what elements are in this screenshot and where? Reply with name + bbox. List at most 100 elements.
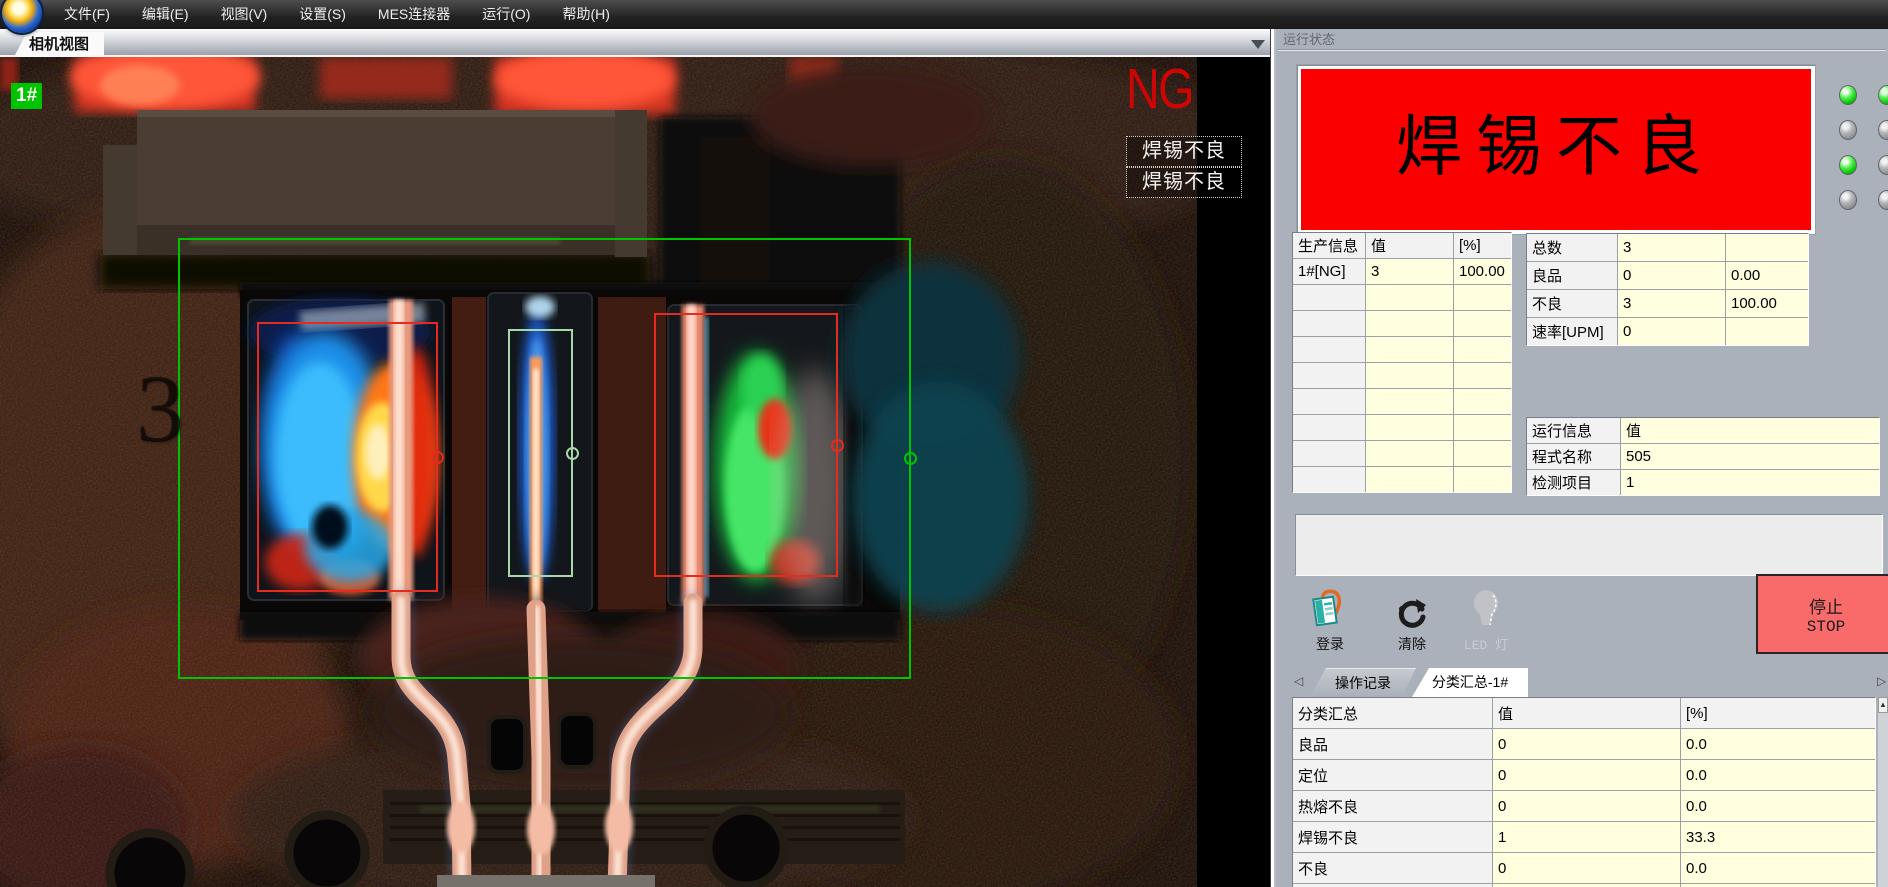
tab-category-summary[interactable]: 分类汇总-1# <box>1412 668 1528 697</box>
led-indicator <box>1839 120 1857 140</box>
tab-camera-view[interactable]: 相机视图 <box>14 32 104 57</box>
chevron-down-icon[interactable] <box>1251 40 1265 49</box>
table-cell: 3 <box>1366 259 1453 284</box>
table-cell: 0.00 <box>1726 262 1808 289</box>
menu-bar: 文件(F) 编辑(E) 视图(V) 设置(S) MES连接器 运行(O) 帮助(… <box>0 0 1888 29</box>
table-cell: 热熔不良 <box>1293 791 1492 821</box>
table-cell: 程式名称 <box>1527 444 1620 469</box>
table-cell: 100.00 <box>1726 290 1808 317</box>
camera-view[interactable]: 1# NG 焊锡不良 焊锡不良 3 <box>0 57 1272 887</box>
led-light-button[interactable]: LED 灯 <box>1454 589 1518 653</box>
menu-file[interactable]: 文件(F) <box>48 0 126 29</box>
roi-region-handle <box>904 452 917 465</box>
tab-scroll-left-icon[interactable]: ◁ <box>1294 674 1303 688</box>
bottom-tab-strip: ◁ 操作记录 分类汇总-1# ▷ <box>1276 662 1888 697</box>
run-info-table: 运行信息 值 程式名称 505 检测项目 1 <box>1526 417 1880 496</box>
status-banner-frame: 焊锡不良 <box>1296 64 1816 235</box>
login-label: 登录 <box>1298 634 1362 654</box>
table-cell: 505 <box>1621 444 1879 469</box>
tab-operation-log[interactable]: 操作记录 <box>1310 668 1416 697</box>
table-cell: 1 <box>1621 470 1879 495</box>
totals-table: 总数 3 良品 0 0.00 不良 3 100.00 速率[UPM] 0 <box>1526 233 1809 346</box>
login-badge-icon <box>1298 589 1362 631</box>
tab-scroll-right-icon[interactable]: ▷ <box>1877 674 1886 688</box>
table-cell: 定位 <box>1293 760 1492 790</box>
table-cell: 0.0 <box>1681 853 1875 883</box>
table-cell: 0 <box>1493 729 1680 759</box>
table-cell: 良品 <box>1293 729 1492 759</box>
menu-help[interactable]: 帮助(H) <box>546 0 625 29</box>
table-cell: 不良 <box>1293 853 1492 883</box>
menu-edit[interactable]: 编辑(E) <box>126 0 205 29</box>
roi-fail-handle-right <box>831 439 844 452</box>
led-indicator <box>1839 155 1857 175</box>
table-cell: 不良 <box>1527 290 1617 317</box>
table-cell: 0 <box>1618 318 1725 345</box>
table-cell <box>1726 234 1808 261</box>
roi-fail-rect-left <box>257 322 438 592</box>
menu-run[interactable]: 运行(O) <box>466 0 546 29</box>
login-button[interactable]: 登录 <box>1298 589 1362 654</box>
group-title: 运行状态 <box>1283 29 1335 48</box>
menu-settings[interactable]: 设置(S) <box>283 0 362 29</box>
table-cell: 0 <box>1618 262 1725 289</box>
roi-fail-rect-right <box>654 313 838 577</box>
scroll-up-icon[interactable]: ▲ <box>1878 697 1888 713</box>
led-indicator <box>1878 190 1888 210</box>
led-indicator <box>1878 155 1888 175</box>
message-box <box>1295 514 1883 576</box>
column-header: 值 <box>1366 233 1453 258</box>
station-badge: 1# <box>11 83 42 109</box>
table-cell: 检测项目 <box>1527 470 1620 495</box>
table-cell: 0 <box>1493 853 1680 883</box>
column-header: [%] <box>1454 233 1511 258</box>
table-cell: 1 <box>1493 822 1680 852</box>
group-border <box>1278 49 1886 51</box>
menu-items: 文件(F) 编辑(E) 视图(V) 设置(S) MES连接器 运行(O) 帮助(… <box>48 0 626 29</box>
table-cell: 3 <box>1618 234 1725 261</box>
menu-mes-connector[interactable]: MES连接器 <box>362 0 466 29</box>
app-window: 文件(F) 编辑(E) 视图(V) 设置(S) MES连接器 运行(O) 帮助(… <box>0 0 1888 887</box>
run-status-panel: 运行状态 焊锡不良 生产信息 值 [%] 1#[NG] 3 100.00 <box>1276 29 1888 887</box>
roi-pass-rect-middle <box>508 329 573 577</box>
stop-label-cn: 停止 <box>1758 593 1888 618</box>
table-cell: 1#[NG] <box>1293 259 1365 284</box>
table-cell: 0.0 <box>1681 760 1875 790</box>
column-header: 值 <box>1493 698 1680 728</box>
table-cell: 0 <box>1493 760 1680 790</box>
led-light-label: LED 灯 <box>1454 634 1518 653</box>
summary-scrollbar[interactable]: ▲ <box>1878 697 1888 887</box>
column-header: 分类汇总 <box>1293 698 1492 728</box>
table-cell: 0.0 <box>1681 791 1875 821</box>
summary-table: 分类汇总 值 [%] 良品 0 0.0 定位 0 0.0 热熔不良 0 0.0 … <box>1292 697 1876 887</box>
stop-button[interactable]: 停止 STOP <box>1756 574 1888 654</box>
table-cell: 焊锡不良 <box>1293 822 1492 852</box>
table-cell: 33.3 <box>1681 822 1875 852</box>
defect-label-2: 焊锡不良 <box>1126 167 1242 198</box>
table-cell: 100.00 <box>1454 259 1511 284</box>
clear-label: 清除 <box>1380 634 1444 654</box>
result-ng-label: NG <box>1126 61 1193 118</box>
led-bulb-icon <box>1454 589 1518 631</box>
table-cell: 0 <box>1493 791 1680 821</box>
table-cell: 良品 <box>1527 262 1617 289</box>
menu-view[interactable]: 视图(V) <box>205 0 284 29</box>
table-cell <box>1726 318 1808 345</box>
status-banner: 焊锡不良 <box>1301 69 1811 230</box>
camera-tab-bar: 相机视图 <box>0 29 1272 57</box>
stop-label-en: STOP <box>1758 618 1888 636</box>
column-header: 运行信息 <box>1527 418 1620 443</box>
board-etched-digit: 3 <box>136 353 184 464</box>
column-header: [%] <box>1681 698 1875 728</box>
clear-button[interactable]: 清除 <box>1380 589 1444 654</box>
refresh-icon <box>1380 589 1444 631</box>
roi-pass-handle-middle <box>566 447 579 460</box>
roi-fail-handle-left <box>431 451 444 464</box>
led-indicator <box>1878 120 1888 140</box>
led-indicator <box>1839 190 1857 210</box>
table-cell: 总数 <box>1527 234 1617 261</box>
defect-label-1: 焊锡不良 <box>1126 136 1242 167</box>
column-header: 生产信息 <box>1293 233 1365 258</box>
column-header: 值 <box>1621 418 1879 443</box>
table-cell: 3 <box>1618 290 1725 317</box>
